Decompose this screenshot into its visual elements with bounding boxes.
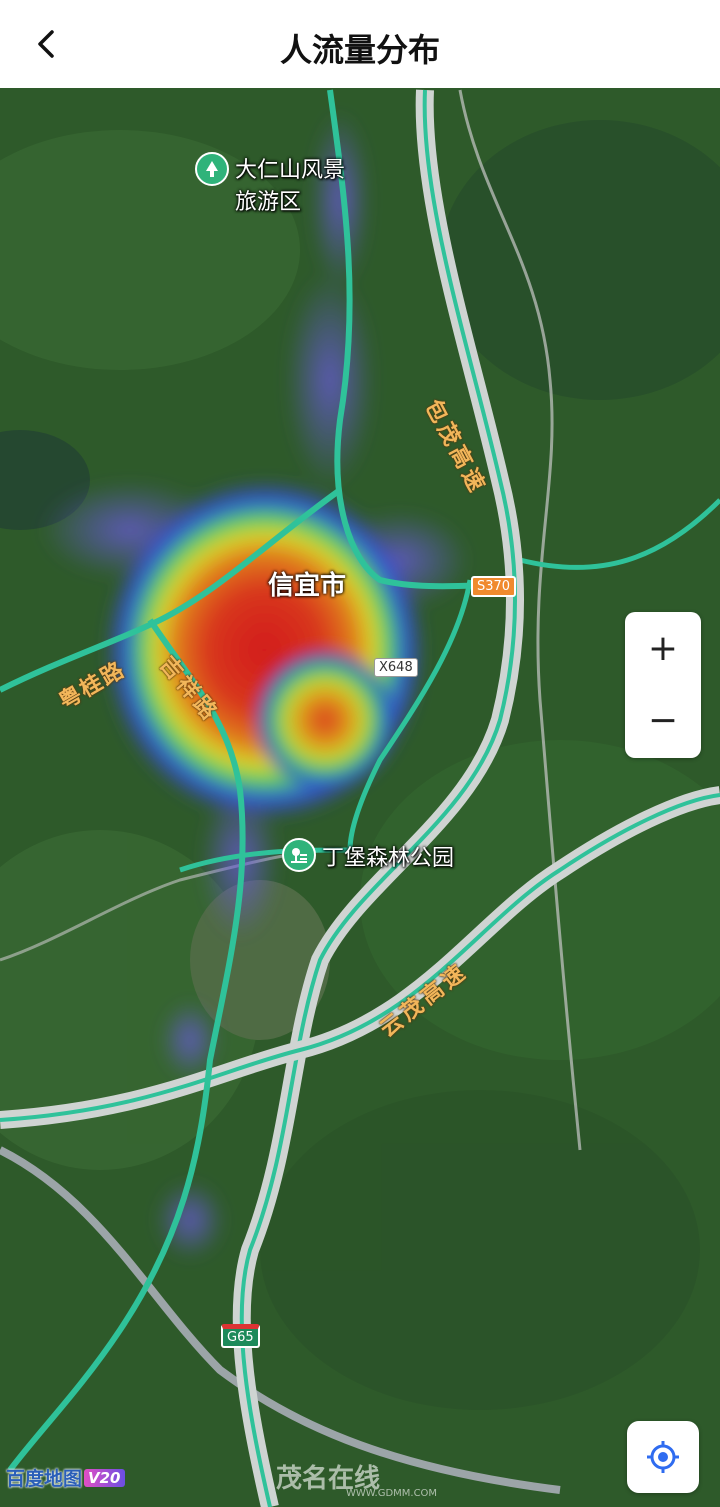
park-icon: [282, 838, 316, 872]
baidu-version-badge: V20: [84, 1468, 125, 1487]
map-view[interactable]: 大仁山风景 旅游区 丁堡森林公园 信宜市 包茂高速 云茂高速 粤桂路 吉祥路 S…: [0, 88, 720, 1507]
tree-icon: [195, 152, 229, 186]
poi-scenic-label-line1: 大仁山风景: [235, 158, 346, 183]
baidu-logo: 百度地图 V20: [6, 1464, 125, 1491]
poi-scenic-label-line2: 旅游区: [235, 190, 302, 215]
poi-forest-park[interactable]: 丁堡森林公园: [282, 838, 454, 872]
zoom-control: + −: [625, 612, 701, 758]
map-canvas: [0, 88, 720, 1507]
poi-scenic-area[interactable]: 大仁山风景 旅游区: [195, 152, 345, 216]
road-shield-g65: G65: [221, 1324, 260, 1348]
poi-forest-park-label: 丁堡森林公园: [322, 846, 455, 871]
page-title: 人流量分布: [279, 31, 440, 69]
locate-button[interactable]: [627, 1421, 699, 1493]
top-bar: 人流量分布: [0, 0, 720, 88]
zoom-in-button[interactable]: +: [625, 612, 701, 684]
baidu-logo-text: 百度地图: [6, 1468, 83, 1490]
zoom-out-button[interactable]: −: [625, 684, 701, 756]
road-shield-s370: S370: [471, 576, 517, 597]
city-label: 信宜市: [268, 571, 347, 601]
road-shield-x648: X648: [374, 658, 418, 677]
crosshair-icon: [647, 1441, 679, 1473]
watermark-url: WWW.GDMM.COM: [346, 1488, 438, 1499]
